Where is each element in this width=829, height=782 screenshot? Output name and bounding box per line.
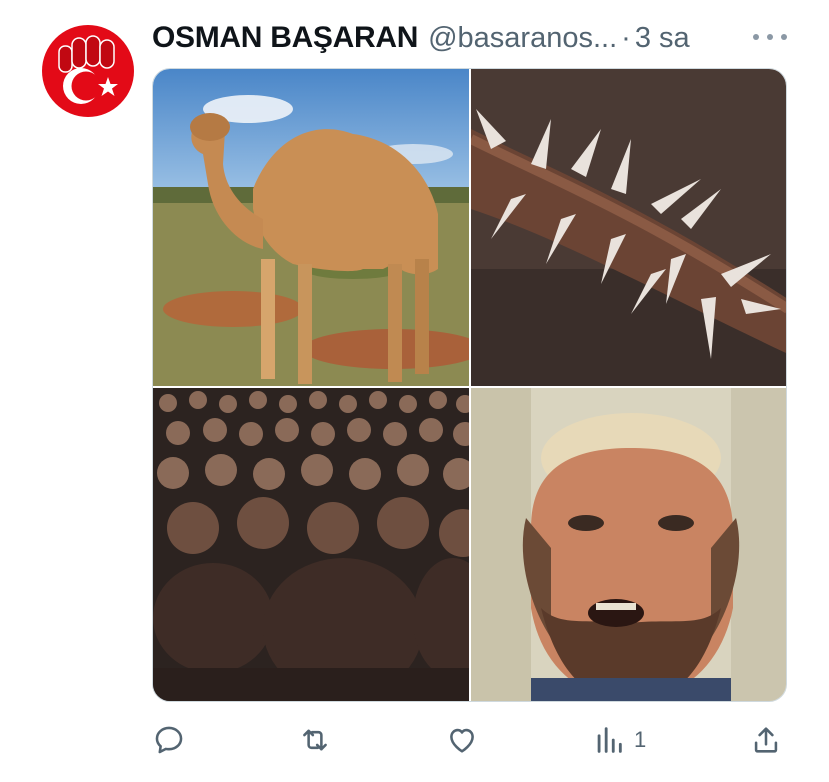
share-icon [754,727,778,753]
camel-image[interactable] [153,69,469,386]
avatar[interactable] [41,24,135,118]
like-icon [450,728,474,753]
retweet-button[interactable] [298,722,332,758]
like-button[interactable] [445,722,479,758]
tweet-header: OSMAN BAŞARAN @basaranos... · 3 sa [152,18,789,58]
reply-icon [155,726,183,754]
display-name[interactable]: OSMAN BAŞARAN [152,21,418,55]
media-grid [152,68,787,702]
timestamp[interactable]: 3 sa [635,22,690,55]
more-options-icon[interactable] [753,28,787,46]
bearded-man-image[interactable] [471,388,786,701]
views-button[interactable]: 1 [592,722,646,758]
reply-button[interactable] [152,722,186,758]
thorn-branch-image[interactable] [471,69,786,386]
views-count: 1 [634,727,647,752]
action-bar: 1 [152,722,792,762]
separator-dot: · [621,21,631,54]
retweet-icon [303,729,327,751]
views-icon [597,727,622,753]
turkish-flag-fist-icon [42,25,134,117]
share-button[interactable] [749,722,783,758]
user-handle[interactable]: @basaranos... [428,22,617,55]
crowd-image[interactable] [153,388,469,701]
